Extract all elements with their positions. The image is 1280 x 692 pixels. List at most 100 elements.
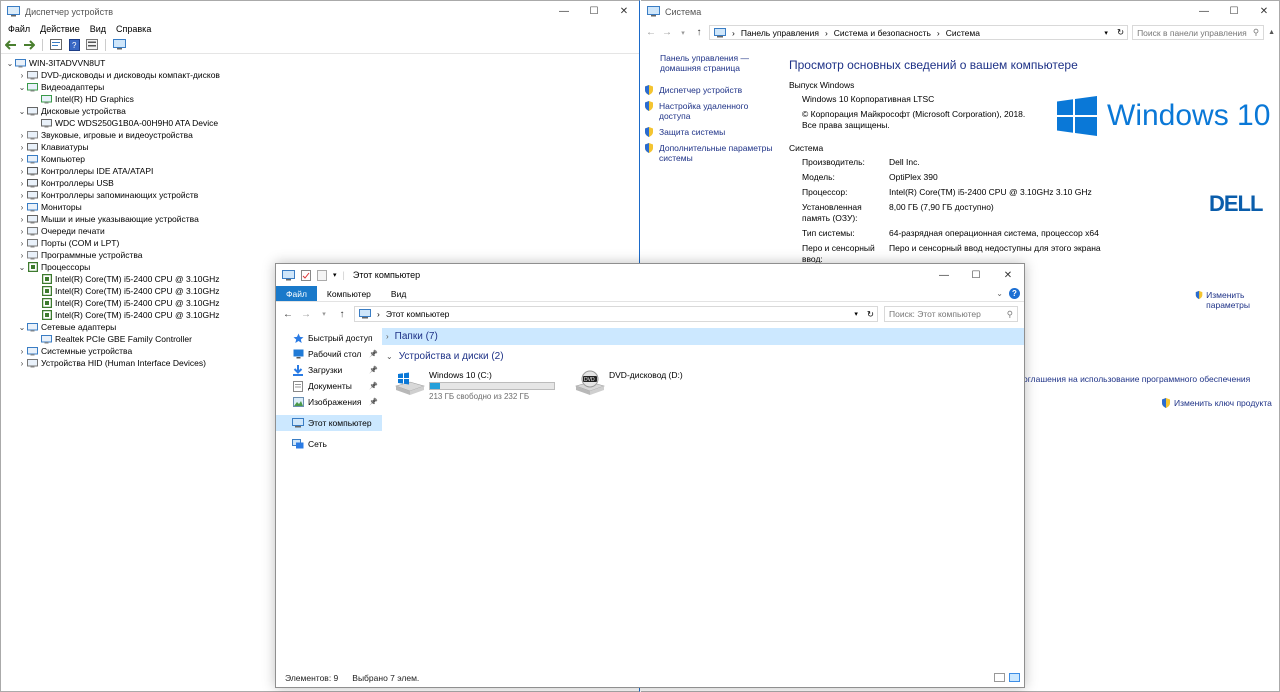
tree-item[interactable]: ⌄ WIN-3ITADVVN8UT	[1, 57, 639, 69]
menu-help[interactable]: Справка	[111, 24, 156, 34]
folders-group-header[interactable]: › Папки (7)	[382, 328, 1024, 345]
tab-computer[interactable]: Компьютер	[317, 286, 381, 301]
forward-button[interactable]	[22, 38, 36, 51]
properties-button[interactable]	[49, 38, 63, 51]
breadcrumb-control-panel[interactable]: Панель управления	[741, 28, 819, 38]
tab-file[interactable]: Файл	[276, 286, 317, 301]
device-manager-link[interactable]: Диспетчер устройств	[644, 85, 779, 95]
devices-group-header[interactable]: ⌄ Устройства и диски (2)	[382, 348, 1024, 365]
search-input[interactable]: Поиск: Этот компьютер ⚲	[884, 306, 1018, 322]
tree-item[interactable]: › Компьютер	[1, 153, 639, 165]
back-button[interactable]: ←	[282, 309, 294, 320]
close-button[interactable]: ✕	[992, 265, 1024, 286]
change-product-key-link[interactable]: Изменить ключ продукта	[1161, 398, 1272, 408]
address-bar[interactable]: › Этот компьютер ▾ ↻	[354, 306, 878, 322]
minimize-button[interactable]: —	[1189, 1, 1219, 22]
chevron-right-icon[interactable]: ›	[17, 179, 27, 188]
details-view-button[interactable]	[994, 673, 1005, 682]
close-button[interactable]: ✕	[1249, 1, 1279, 22]
breadcrumb-this-pc[interactable]: Этот компьютер	[386, 309, 450, 319]
chevron-right-icon[interactable]: ›	[17, 227, 27, 236]
nav-item[interactable]: Рабочий стол 📌	[276, 346, 382, 362]
system-titlebar[interactable]: Система — ☐ ✕	[641, 1, 1279, 22]
customize-qat-icon[interactable]: ▾	[333, 271, 337, 279]
tree-item[interactable]: › Очереди печати	[1, 225, 639, 237]
tiles-view-button[interactable]	[1009, 673, 1020, 682]
scroll-up-arrow-icon[interactable]: ▲	[1268, 29, 1275, 36]
tree-item[interactable]: ⌄ Видеоадаптеры	[1, 81, 639, 93]
tree-item[interactable]: › Клавиатуры	[1, 141, 639, 153]
pin-icon[interactable]: 📌	[369, 398, 378, 406]
recent-locations-button[interactable]: ▾	[677, 29, 689, 37]
tree-item[interactable]: › Мониторы	[1, 201, 639, 213]
tree-item[interactable]: › Контроллеры IDE ATA/ATAPI	[1, 165, 639, 177]
chevron-down-icon[interactable]: ⌄	[5, 59, 15, 68]
tree-item[interactable]: › Звуковые, игровые и видеоустройства	[1, 129, 639, 141]
change-settings-link[interactable]: Изменить параметры	[1195, 290, 1275, 310]
pin-icon[interactable]: 📌	[369, 382, 378, 390]
chevron-right-icon[interactable]: ›	[17, 155, 27, 164]
tree-item[interactable]: › Программные устройства	[1, 249, 639, 261]
chevron-right-icon[interactable]: ›	[17, 239, 27, 248]
forward-button[interactable]: →	[661, 27, 673, 38]
breadcrumb-system[interactable]: Система	[946, 28, 980, 38]
tree-item[interactable]: › Контроллеры запоминающих устройств	[1, 189, 639, 201]
refresh-icon[interactable]: ↻	[1117, 27, 1124, 38]
pin-icon[interactable]: 📌	[369, 350, 378, 358]
scan-hardware-button[interactable]	[112, 38, 126, 51]
tree-item[interactable]: ⌄ Дисковые устройства	[1, 105, 639, 117]
nav-item[interactable]: Быстрый доступ	[276, 330, 382, 346]
address-bar[interactable]: › Панель управления › Система и безопасн…	[709, 25, 1129, 40]
view-button[interactable]	[85, 38, 99, 51]
minimize-button[interactable]: —	[549, 1, 579, 22]
advanced-settings-link[interactable]: Дополнительные параметры системы	[644, 143, 779, 163]
maximize-button[interactable]: ☐	[960, 265, 992, 286]
chevron-down-icon[interactable]: ⌄	[17, 323, 27, 332]
chevron-down-icon[interactable]: ⌄	[17, 83, 27, 92]
chevron-right-icon[interactable]: ›	[17, 251, 27, 260]
help-button[interactable]: ?	[67, 38, 81, 51]
chevron-right-icon[interactable]: ›	[17, 359, 27, 368]
chevron-right-icon[interactable]: ›	[17, 71, 27, 80]
chevron-right-icon[interactable]: ›	[17, 347, 27, 356]
tree-item[interactable]: › Контроллеры USB	[1, 177, 639, 189]
tab-view[interactable]: Вид	[381, 286, 416, 301]
new-folder-icon[interactable]	[317, 269, 327, 281]
chevron-right-icon[interactable]: ›	[17, 143, 27, 152]
chevron-down-icon[interactable]: ⌄	[17, 107, 27, 116]
control-panel-home-link[interactable]: Панель управления — домашняя страница	[644, 53, 779, 73]
menu-action[interactable]: Действие	[35, 24, 85, 34]
recent-locations-button[interactable]: ▾	[318, 310, 330, 318]
refresh-icon[interactable]: ↻	[867, 309, 874, 320]
nav-item[interactable]: Документы 📌	[276, 378, 382, 394]
chevron-right-icon[interactable]: ›	[17, 215, 27, 224]
maximize-button[interactable]: ☐	[579, 1, 609, 22]
pin-icon[interactable]: 📌	[369, 366, 378, 374]
properties-checkmark-icon[interactable]	[301, 269, 311, 281]
tree-item[interactable]: › DVD-дисководы и дисководы компакт-диско…	[1, 69, 639, 81]
chevron-down-icon[interactable]: ⌄	[17, 263, 27, 272]
back-button[interactable]: ←	[645, 27, 657, 38]
breadcrumb-system-security[interactable]: Система и безопасность	[834, 28, 931, 38]
help-icon[interactable]: ?	[1009, 288, 1020, 299]
remote-settings-link[interactable]: Настройка удаленного доступа	[644, 101, 779, 121]
license-terms-link[interactable]: оглашения на использование программного …	[1023, 374, 1250, 384]
up-button[interactable]: ↑	[336, 309, 348, 320]
system-protection-link[interactable]: Защита системы	[644, 127, 779, 137]
up-button[interactable]: ↑	[693, 27, 705, 38]
tree-item[interactable]: WDC WDS250G1B0A-00H9H0 ATA Device	[1, 117, 639, 129]
nav-item[interactable]: Сеть	[276, 436, 382, 452]
expand-ribbon-icon[interactable]: ⌄	[996, 289, 1003, 298]
forward-button[interactable]: →	[300, 309, 312, 320]
tree-item[interactable]: › Порты (COM и LPT)	[1, 237, 639, 249]
chevron-right-icon[interactable]: ›	[17, 131, 27, 140]
drive-c[interactable]: Windows 10 (C:) 213 ГБ свободно из 232 Г…	[394, 370, 564, 401]
chevron-right-icon[interactable]: ›	[17, 191, 27, 200]
minimize-button[interactable]: —	[928, 265, 960, 286]
chevron-down-icon[interactable]: ▾	[854, 310, 858, 318]
maximize-button[interactable]: ☐	[1219, 1, 1249, 22]
chevron-right-icon[interactable]: ›	[17, 203, 27, 212]
tree-item[interactable]: Intel(R) HD Graphics	[1, 93, 639, 105]
search-input[interactable]: Поиск в панели управления ⚲	[1132, 25, 1265, 40]
device-manager-titlebar[interactable]: Диспетчер устройств — ☐ ✕	[1, 1, 639, 22]
